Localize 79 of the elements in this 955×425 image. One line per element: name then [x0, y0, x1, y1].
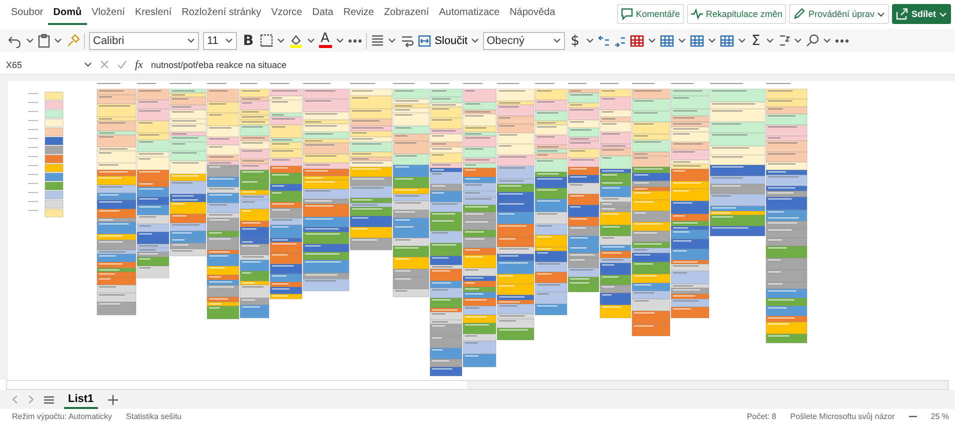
caret-icon[interactable] [648, 37, 656, 44]
align-icon[interactable] [370, 34, 384, 47]
feedback-link[interactable]: Pošlete Microsoftu svůj názor [790, 412, 895, 421]
table-icon[interactable] [660, 34, 674, 47]
caret-icon[interactable] [388, 37, 396, 44]
ribbon-tab[interactable]: Vzorce [266, 3, 308, 26]
font-color-button[interactable]: A [318, 33, 332, 48]
function-label[interactable]: fx [135, 58, 143, 71]
name-box[interactable]: X65 [6, 60, 76, 70]
cells-icon[interactable] [720, 34, 734, 47]
caret-icon[interactable] [306, 37, 315, 44]
menu-icon[interactable] [44, 396, 54, 404]
ribbon-button[interactable]: Rekapitulace změn [686, 4, 786, 24]
merge-icon[interactable] [418, 34, 431, 47]
caret-icon[interactable] [766, 37, 774, 44]
ribbon-button[interactable]: Komentáře [616, 4, 684, 24]
ribbon-tab[interactable]: Nápověda [504, 3, 560, 26]
caret-icon[interactable] [54, 37, 62, 44]
decrease-decimal-icon[interactable] [614, 34, 626, 47]
ribbon-tab[interactable]: Automatizace [434, 3, 505, 26]
bold-button[interactable]: B [241, 32, 256, 49]
caret-icon[interactable] [336, 37, 344, 44]
caret-icon[interactable] [794, 37, 802, 44]
caret-icon [939, 10, 947, 18]
caret-icon[interactable] [678, 37, 686, 44]
number-format-field[interactable]: Obecný [482, 32, 565, 50]
caret-icon[interactable] [26, 37, 34, 44]
ribbon-tab[interactable]: Revize [338, 3, 379, 26]
currency-button[interactable]: $ [568, 32, 582, 49]
caret-icon[interactable] [470, 37, 479, 44]
zoom-level[interactable]: 25 % [930, 412, 949, 421]
share-icon [896, 8, 908, 20]
caret-icon [877, 10, 886, 18]
font-field[interactable]: Calibri [89, 32, 199, 50]
cell-styles-icon[interactable] [690, 34, 704, 47]
caret-icon[interactable] [225, 37, 233, 44]
calculation-mode-text[interactable]: Režim výpočtu: Automaticky [12, 412, 112, 421]
caret-icon[interactable] [552, 37, 561, 44]
caret-icon[interactable] [276, 37, 285, 44]
caret-icon[interactable] [738, 37, 746, 44]
workbook-statistics-link[interactable]: Statistika sešitu [126, 412, 182, 421]
caret-icon[interactable] [84, 61, 92, 68]
ribbon-button[interactable]: Provádění úprav [789, 4, 890, 24]
merge-button[interactable]: Sloučit [434, 34, 479, 47]
ribbon-tab[interactable]: Kreslení [130, 3, 177, 26]
sort-filter-icon[interactable] [778, 34, 790, 48]
horizontal-scrollbar[interactable] [6, 380, 949, 390]
more-icon[interactable] [348, 38, 362, 43]
ribbon-tab[interactable]: Zobrazení [378, 3, 434, 26]
font-size-field[interactable]: 11 [203, 32, 237, 50]
share-button[interactable]: Sdílet [892, 4, 951, 24]
fill-color-icon[interactable] [288, 34, 303, 48]
ribbon-tab[interactable]: Data [307, 3, 338, 26]
borders-icon[interactable] [260, 34, 273, 48]
zoom-out-icon[interactable] [908, 414, 917, 418]
ribbon-tab[interactable]: Rozložení stránky [176, 3, 266, 26]
activity-icon [690, 8, 703, 20]
pencil-icon [793, 8, 806, 20]
clipboard-icon[interactable] [38, 34, 50, 48]
count-text[interactable]: Počet: 8 [746, 412, 776, 421]
add-icon[interactable] [108, 394, 118, 405]
formula-text[interactable]: nutnost/potřeba reakce na situace [150, 60, 287, 70]
check-icon[interactable] [117, 60, 127, 70]
search-icon[interactable] [806, 34, 820, 48]
ribbon-tab[interactable]: Vložení [86, 3, 130, 26]
ribbon-tab[interactable]: Domů [48, 3, 87, 26]
undo-icon[interactable] [8, 34, 22, 48]
sheet-tab[interactable]: List1 [64, 390, 98, 409]
more-icon[interactable] [835, 38, 850, 43]
caret-icon[interactable] [187, 37, 195, 44]
wrap-text-icon[interactable] [400, 34, 414, 48]
caret-icon[interactable] [586, 37, 594, 44]
caret-icon[interactable] [823, 37, 832, 44]
comment-icon [620, 8, 633, 20]
increase-decimal-icon[interactable] [598, 34, 610, 47]
ribbon-tab[interactable]: Soubor [6, 3, 48, 26]
caret-icon[interactable] [708, 37, 716, 44]
conditional-format-icon[interactable] [630, 34, 644, 47]
sum-button[interactable]: Σ [750, 32, 762, 49]
